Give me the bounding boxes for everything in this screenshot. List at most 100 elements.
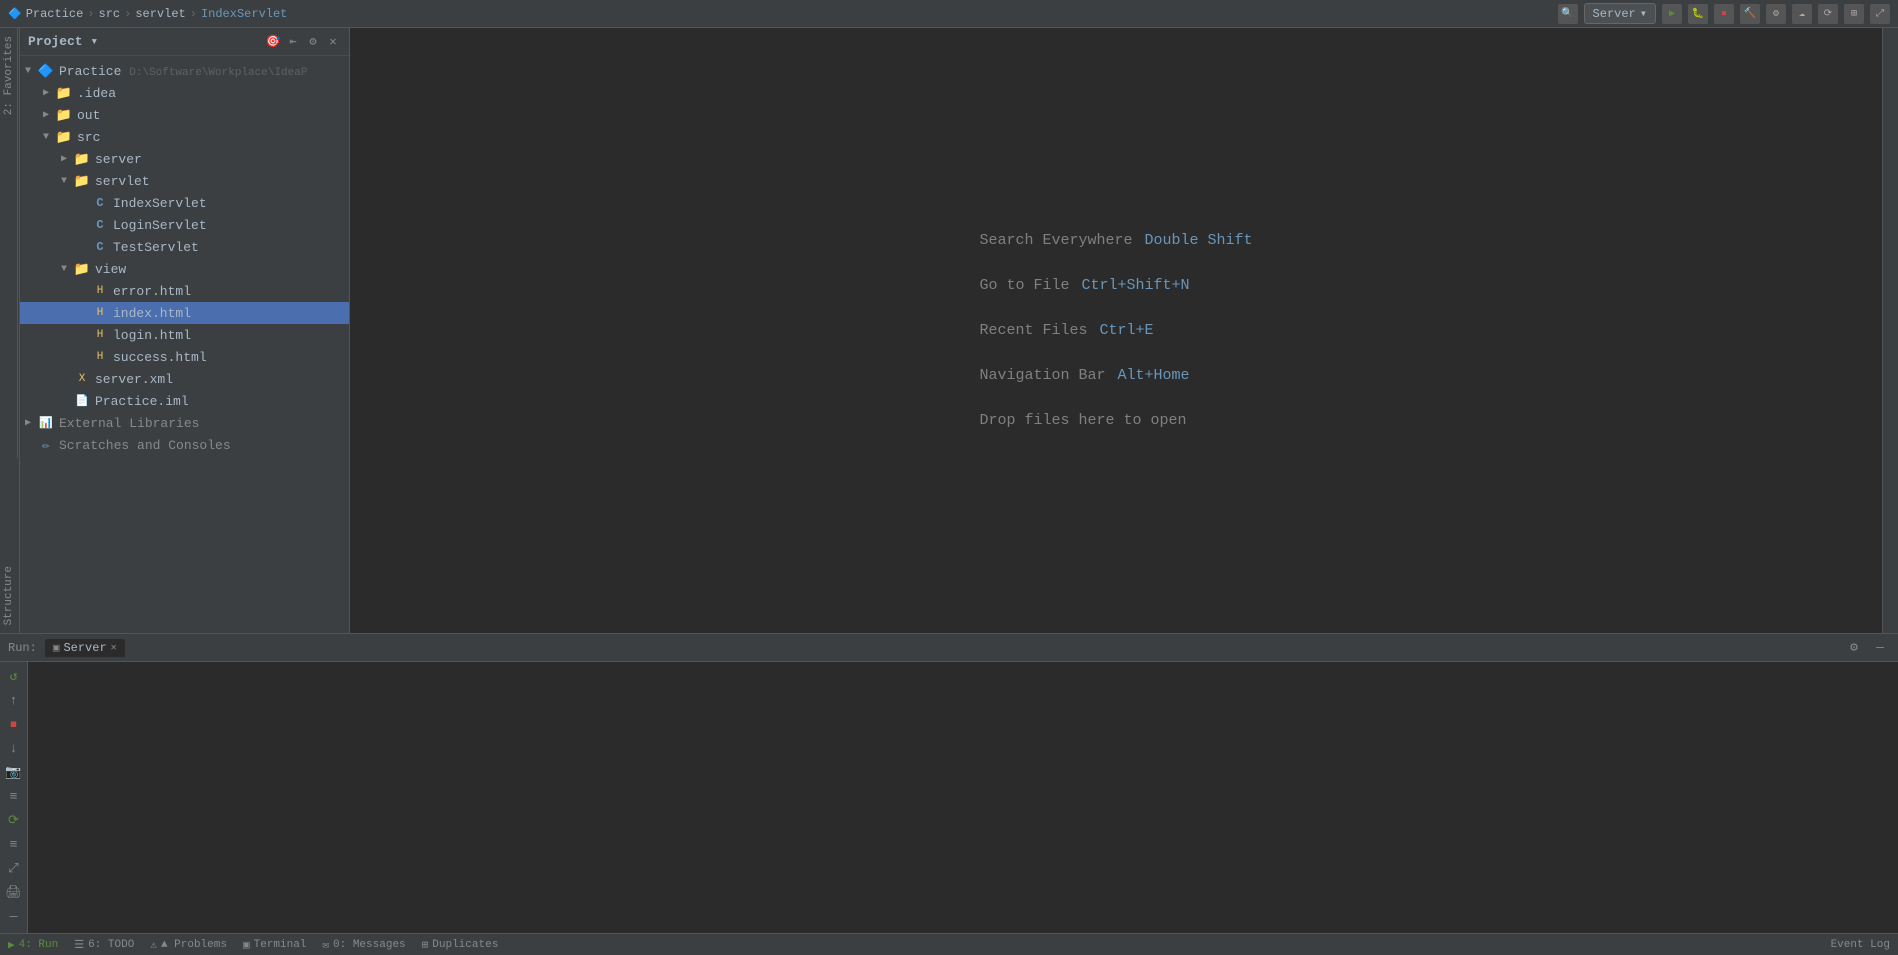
html-login-icon: H [92, 327, 108, 343]
status-tab-messages[interactable]: ✉ 0: Messages [322, 938, 405, 952]
status-tab-terminal[interactable]: ▣ Terminal [243, 938, 306, 952]
server-tab-close-icon[interactable]: ✕ [111, 642, 117, 654]
tree-item-practice[interactable]: ▼ 🔷 Practice D:\Software\Workplace\IdeaP [20, 60, 349, 82]
refresh-icon[interactable]: ⟳ [4, 810, 24, 830]
tree-item-indexservlet[interactable]: C IndexServlet [20, 192, 349, 214]
hint-label-search: Search Everywhere [979, 232, 1132, 249]
tree-label-index-html: index.html [113, 306, 191, 321]
expand-icon[interactable]: ⤢ [4, 858, 24, 878]
tree-item-view-folder[interactable]: ▼ 📁 view [20, 258, 349, 280]
build-icon[interactable]: 🔨 [1740, 4, 1760, 24]
run-server-tab[interactable]: ▣ Server ✕ [45, 639, 125, 657]
arrow-server-folder: ▶ [56, 153, 72, 165]
up-icon[interactable]: ↑ [4, 690, 24, 710]
tree-item-success-html[interactable]: H success.html [20, 346, 349, 368]
filter-icon[interactable]: ≡ [4, 834, 24, 854]
hint-recent-files: Recent Files Ctrl+E [979, 322, 1252, 339]
messages-tab-label: 0: Messages [333, 939, 406, 951]
breadcrumb: 🔷 Practice › src › servlet › IndexServle… [8, 7, 287, 21]
folder-out-icon: 📁 [56, 107, 72, 123]
status-tab-todo[interactable]: ☰ 6: TODO [74, 938, 134, 952]
breadcrumb-practice[interactable]: Practice [26, 7, 84, 21]
panel-close-icon[interactable]: ✕ [325, 34, 341, 50]
run-minimize-icon[interactable]: — [1870, 638, 1890, 658]
tree-item-idea[interactable]: ▶ 📁 .idea [20, 82, 349, 104]
breadcrumb-indexservlet[interactable]: IndexServlet [201, 7, 287, 21]
run-button[interactable]: ▶ [1662, 4, 1682, 24]
tree-item-src[interactable]: ▼ 📁 src [20, 126, 349, 148]
tree-item-external-libs[interactable]: ▶ 📊 External Libraries [20, 412, 349, 434]
rerun-icon[interactable]: ↺ [4, 666, 24, 686]
layout-icon[interactable]: ⊞ [1844, 4, 1864, 24]
collapse-all-icon[interactable]: ⇤ [285, 34, 301, 50]
fold-icon[interactable]: ≡ [4, 786, 24, 806]
tree-item-server-xml[interactable]: X server.xml [20, 368, 349, 390]
run-tab-label: 4: Run [19, 939, 59, 951]
debug-button[interactable]: 🐛 [1688, 4, 1708, 24]
git-icon[interactable]: ☁ [1792, 4, 1812, 24]
run-label: Run: [8, 641, 37, 655]
favorites-label[interactable]: 2: Favorites [1, 28, 17, 123]
tree-item-loginservlet[interactable]: C LoginServlet [20, 214, 349, 236]
server-tab-label: Server [63, 641, 106, 655]
tree-label-scratches: Scratches and Consoles [59, 438, 231, 453]
hint-key-navbar: Alt+Home [1118, 367, 1190, 384]
hint-key-goto: Ctrl+Shift+N [1081, 277, 1189, 294]
tree-item-index-html[interactable]: H index.html [20, 302, 349, 324]
tree-label-view-folder: view [95, 262, 126, 277]
scratches-icon: ✏ [38, 437, 54, 453]
tree-label-loginservlet: LoginServlet [113, 218, 207, 233]
settings-gear-icon[interactable]: ⚙ [1766, 4, 1786, 24]
down-icon[interactable]: ↓ [4, 738, 24, 758]
stop-button[interactable]: ⏹ [1714, 4, 1734, 24]
print-icon[interactable]: 🖨 [4, 882, 24, 902]
folder-idea-icon: 📁 [56, 85, 72, 101]
run-settings-icon[interactable]: ⚙ [1844, 638, 1864, 658]
server-label: Server [1593, 7, 1636, 21]
tree-item-testservlet[interactable]: C TestServlet [20, 236, 349, 258]
tree-label-idea: .idea [77, 86, 116, 101]
project-settings-icon[interactable]: ⚙ [305, 34, 321, 50]
tree-label-out: out [77, 108, 100, 123]
tree-item-error-html[interactable]: H error.html [20, 280, 349, 302]
terminal-tab-label: Terminal [254, 939, 307, 951]
trash-icon[interactable]: — [4, 906, 24, 926]
breadcrumb-src[interactable]: src [99, 7, 121, 21]
hint-label-drop: Drop files here to open [979, 412, 1186, 429]
arrow-view-folder: ▼ [56, 264, 72, 275]
breadcrumb-servlet[interactable]: servlet [135, 7, 185, 21]
project-root-icon: 🔷 [38, 63, 54, 79]
terminal-tab-icon: ▣ [243, 938, 250, 952]
status-tab-duplicates[interactable]: ⊞ Duplicates [422, 938, 499, 952]
java-testservlet-icon: C [92, 239, 108, 255]
tree-label-login-html: login.html [113, 328, 191, 343]
xml-server-icon: X [74, 371, 90, 387]
update-icon[interactable]: ⟳ [1818, 4, 1838, 24]
project-panel: Project ▾ 🎯 ⇤ ⚙ ✕ ▼ 🔷 Practice D:\Softwa… [20, 28, 350, 633]
tree-item-practice-iml[interactable]: 📄 Practice.iml [20, 390, 349, 412]
status-tab-problems[interactable]: ⚠ ▲ Problems [150, 938, 227, 952]
editor-area: Search Everywhere Double Shift Go to Fil… [350, 28, 1882, 633]
editor-hints: Search Everywhere Double Shift Go to Fil… [979, 232, 1252, 429]
hint-key-search: Double Shift [1145, 232, 1253, 249]
html-error-icon: H [92, 283, 108, 299]
status-tab-run[interactable]: ▶ 4: Run [8, 938, 58, 952]
locate-icon[interactable]: 🎯 [265, 34, 281, 50]
messages-tab-icon: ✉ [322, 938, 329, 952]
run-panel-icons: ⚙ — [1844, 638, 1890, 658]
sidebar-item-structure[interactable]: Structure [0, 558, 19, 633]
problems-tab-label: ▲ Problems [161, 939, 227, 951]
tree-item-server-folder[interactable]: ▶ 📁 server [20, 148, 349, 170]
tree-item-scratches[interactable]: ✏ Scratches and Consoles [20, 434, 349, 456]
tree-label-testservlet: TestServlet [113, 240, 199, 255]
folder-src-icon: 📁 [56, 129, 72, 145]
search-icon[interactable]: 🔍 [1558, 4, 1578, 24]
tree-item-servlet-folder[interactable]: ▼ 📁 servlet [20, 170, 349, 192]
tree-item-login-html[interactable]: H login.html [20, 324, 349, 346]
tree-item-out[interactable]: ▶ 📁 out [20, 104, 349, 126]
right-strip [1882, 28, 1898, 633]
server-dropdown[interactable]: Server ▾ [1584, 3, 1656, 24]
stop-run-icon[interactable]: ⏹ [4, 714, 24, 734]
maximize-icon[interactable]: ⤢ [1870, 4, 1890, 24]
snapshot-icon[interactable]: 📷 [4, 762, 24, 782]
